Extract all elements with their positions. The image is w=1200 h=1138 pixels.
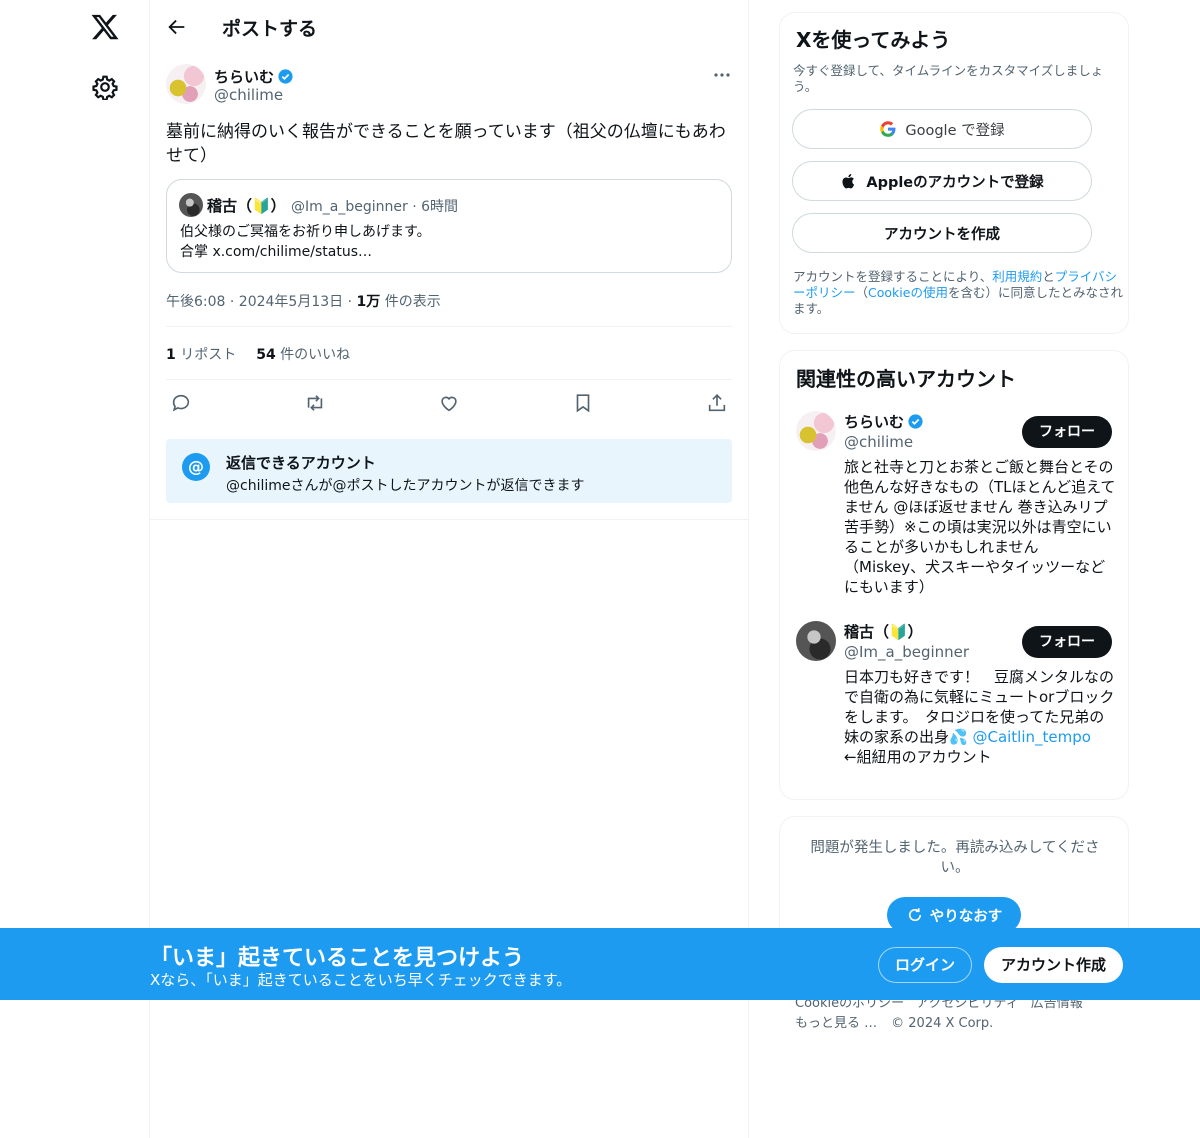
cookie-link[interactable]: Cookieの使用 [868,285,948,300]
repost-icon[interactable] [304,392,326,414]
retry-label: やりなおす [929,908,1003,925]
account-name[interactable]: 稽古（🔰） [844,621,923,642]
author-name[interactable]: ちらいむ [214,68,274,86]
at-icon: @ [182,453,210,481]
reply-permission-title: 返信できるアカウント [226,454,376,472]
signup-title: Xを使ってみよう [796,28,951,52]
mention-link[interactable]: @Caitlin_tempo [972,728,1090,746]
x-logo-icon[interactable] [90,12,120,42]
create-account-button[interactable]: アカウントを作成 [792,213,1092,253]
gear-icon[interactable] [92,74,118,100]
reposts-link[interactable]: 1 リポスト [166,347,236,363]
more-icon[interactable] [712,68,732,82]
post-meta: 午後6:08 · 2024年5月13日 · 1万 件の表示 [166,291,441,311]
google-signup-button[interactable]: Google で登録 [792,109,1092,149]
share-icon[interactable] [706,392,728,414]
follow-button[interactable]: フォロー [1022,416,1112,448]
banner-subtitle: Xなら、「いま」起きていることをいち早くチェックできます。 [150,971,572,989]
relevant-accounts-card: 関連性の高いアカウント ちらいむ @chilime フォロー 旅と社寺と刀とお茶… [779,350,1129,800]
quote-text-line: 伯父様のご冥福をお祈り申しあげます。 [180,224,431,240]
post-stats: 1 リポスト 54 件のいいね [166,344,350,364]
quote-author-handle: @Im_a_beginner · 6時間 [291,199,458,215]
divider [166,326,732,327]
quote-author-name: 稽古（🔰） [207,197,286,215]
follow-button[interactable]: フォロー [1022,626,1112,658]
error-card: 問題が発生しました。再読み込みしてください。 やりなおす [779,816,1129,946]
like-icon[interactable] [438,392,460,414]
post-text: 墓前に納得のいく報告ができることを願っています（祖父の仏壇にもあわせて） [166,122,726,166]
views-count: 1万 [356,294,381,310]
avatar[interactable] [796,621,836,661]
google-signup-label: Google で登録 [905,122,1005,139]
verified-icon [278,69,293,84]
avatar[interactable] [166,64,206,104]
divider [166,379,732,380]
views-label: 件の表示 [380,294,441,310]
login-button[interactable]: ログイン [878,947,972,983]
account-bio: 日本刀も好きです！ 豆腐メンタルなので自衛の為に気軽にミュートorブロックをしま… [844,668,1115,766]
account-bio: 旅と社寺と刀とお茶とご飯と舞台とその他色んな好きなもの（TLほとんど追えてません… [844,458,1116,596]
footer-more-link[interactable]: もっと見る … [795,1016,877,1031]
account-handle[interactable]: @Im_a_beginner [844,643,969,661]
signup-card: Xを使ってみよう 今すぐ登録して、タイムラインをカスタマイズしましょう。 Goo… [779,12,1129,334]
refresh-icon [908,908,921,922]
quote-post[interactable]: 稽古（🔰） @Im_a_beginner · 6時間 伯父様のご冥福をお祈り申し… [166,179,732,273]
likes-link[interactable]: 54 件のいいね [256,347,350,363]
relevant-accounts-title: 関連性の高いアカウント [796,367,1016,391]
create-account-label: アカウントを作成 [884,226,1000,243]
page-title: ポストする [222,18,318,40]
back-arrow-icon[interactable] [166,16,188,38]
signup-subtitle: 今すぐ登録して、タイムラインをカスタマイズしましょう。 [793,63,1104,94]
divider [150,519,749,520]
reply-permission-description: @chilimeさんが@ポストしたアカウントが返信できます [226,478,585,494]
banner-create-account-button[interactable]: アカウント作成 [984,947,1123,983]
post-timestamp[interactable]: 午後6:08 · 2024年5月13日 · [166,294,357,310]
quote-text-line: 合掌 x.com/chilime/status… [180,244,373,260]
copyright: © 2024 X Corp. [891,1016,994,1031]
avatar[interactable] [796,411,836,451]
account-name[interactable]: ちらいむ [844,413,904,431]
apple-icon [842,173,855,189]
author-handle[interactable]: @chilime [214,86,283,104]
google-icon [880,121,896,137]
signup-banner: 「いま」起きていることを見つけよう Xなら、「いま」起きていることをいち早くチェ… [0,928,1200,1000]
reply-icon[interactable] [170,392,192,414]
verified-icon [908,414,923,429]
author-name-row[interactable]: ちらいむ [214,66,294,87]
footer-more: もっと見る … © 2024 X Corp. [795,1012,1007,1031]
reply-permission-box: @ 返信できるアカウント @chilimeさんが@ポストしたアカウントが返信でき… [166,439,732,503]
legal-text: アカウントを登録することにより、利用規約とプライバシーポリシー（Cookieの使… [793,269,1123,316]
apple-signup-button[interactable]: Appleのアカウントで登録 [792,161,1092,201]
avatar [179,193,203,217]
terms-link[interactable]: 利用規約 [992,269,1042,284]
apple-signup-label: Appleのアカウントで登録 [866,174,1044,191]
banner-title: 「いま」起きていることを見つけよう [150,946,525,971]
account-handle[interactable]: @chilime [844,433,913,451]
error-message: 問題が発生しました。再読み込みしてください。 [810,840,1100,876]
bookmark-icon[interactable] [572,392,594,414]
account-name-row[interactable]: ちらいむ [844,411,924,432]
header: ポストする [150,0,749,54]
